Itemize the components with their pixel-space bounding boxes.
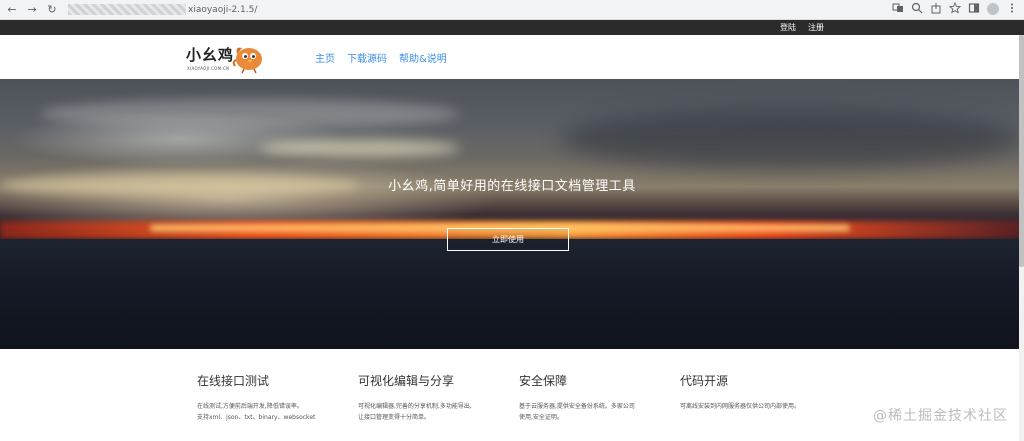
feature-desc-line: 使用,安全证明。 xyxy=(519,414,563,421)
nav-help[interactable]: 帮助&说明 xyxy=(399,50,447,65)
redacted-host xyxy=(68,4,186,15)
url-path: xiaoyaoji-2.1.5/ xyxy=(188,4,258,15)
feature-title: 安全保障 xyxy=(519,374,568,388)
feature-desc-line: 在线测试,方便前后端开发,降低错误率。 xyxy=(197,403,303,410)
profile-avatar-icon[interactable] xyxy=(987,3,999,15)
main-nav: 主页 下载源码 帮助&说明 xyxy=(315,50,447,65)
translate-icon[interactable] xyxy=(892,2,904,16)
scroll-thumb[interactable] xyxy=(1019,35,1024,267)
feature-online-testing: 在线接口测试 在线测试,方便前后端开发,降低错误率。 支持xml、json、tx… xyxy=(197,372,337,423)
nav-download-source[interactable]: 下载源码 xyxy=(347,50,387,65)
top-utility-bar: 登陆 注册 xyxy=(0,20,1024,35)
register-link[interactable]: 注册 xyxy=(808,22,824,33)
cloud-band xyxy=(560,109,1020,169)
auth-links: 登陆 注册 xyxy=(780,20,824,35)
watermark: @稀土掘金技术社区 xyxy=(873,408,1008,424)
page-scrollbar[interactable] xyxy=(1019,35,1024,441)
sea-surface xyxy=(0,239,1024,349)
feature-title: 在线接口测试 xyxy=(197,374,270,388)
nav-home[interactable]: 主页 xyxy=(315,50,335,65)
get-started-button[interactable]: 立即使用 xyxy=(447,228,569,251)
login-link[interactable]: 登陆 xyxy=(780,22,796,33)
back-icon[interactable]: ← xyxy=(4,2,20,18)
features-section: 在线接口测试 在线测试,方便前后端开发,降低错误率。 支持xml、json、tx… xyxy=(197,372,837,441)
menu-kebab-icon[interactable] xyxy=(1006,2,1018,16)
logo-subtext: XIAOYAOJI.COM.CN xyxy=(187,66,230,71)
feature-desc-line: 可离线安装到内网服务器仅供公司内部使用。 xyxy=(680,403,801,410)
address-bar[interactable]: xiaoyaoji-2.1.5/ xyxy=(68,4,257,15)
cloud-band xyxy=(40,99,460,129)
browser-toolbar: ← → ↻ xiaoyaoji-2.1.5/ xyxy=(0,0,1024,20)
feature-desc-line: 让接口管理变得十分简单。 xyxy=(358,414,431,421)
feature-title: 可视化编辑与分享 xyxy=(358,374,455,388)
bookmark-star-icon[interactable] xyxy=(948,1,962,16)
site-logo[interactable]: 小幺鸡 XIAOYAOJI.COM.CN xyxy=(186,40,266,74)
sidebar-panel-icon[interactable] xyxy=(968,2,980,16)
feature-desc-line: 可视化编辑器,完善的分享机制,多功能导出, xyxy=(358,403,472,410)
reload-icon[interactable]: ↻ xyxy=(44,2,60,18)
feature-title: 代码开源 xyxy=(680,374,729,388)
feature-security: 安全保障 基于云服务器,提供安全备份系统。多家公司 使用,安全证明。 xyxy=(519,372,659,423)
hero-title: 小幺鸡,简单好用的在线接口文档管理工具 xyxy=(388,179,636,194)
feature-visual-editing: 可视化编辑与分享 可视化编辑器,完善的分享机制,多功能导出, 让接口管理变得十分… xyxy=(358,372,498,423)
feature-open-source: 代码开源 可离线安装到内网服务器仅供公司内部使用。 xyxy=(680,372,820,412)
site-header: 小幺鸡 XIAOYAOJI.COM.CN 主页 下载源码 帮助&说明 xyxy=(0,35,1024,79)
zoom-icon[interactable] xyxy=(911,2,923,16)
feature-desc-line: 支持xml、json、txt、binary、websocket xyxy=(197,414,316,421)
chick-mascot-icon xyxy=(232,47,262,74)
feature-desc-line: 基于云服务器,提供安全备份系统。多家公司 xyxy=(519,403,635,410)
hero-banner: 小幺鸡,简单好用的在线接口文档管理工具 立即使用 xyxy=(0,79,1024,349)
logo-text: 小幺鸡 xyxy=(186,46,235,64)
forward-icon[interactable]: → xyxy=(24,2,40,18)
cloud-band xyxy=(260,139,460,157)
browser-actions xyxy=(892,1,1018,16)
share-icon[interactable] xyxy=(930,2,942,16)
